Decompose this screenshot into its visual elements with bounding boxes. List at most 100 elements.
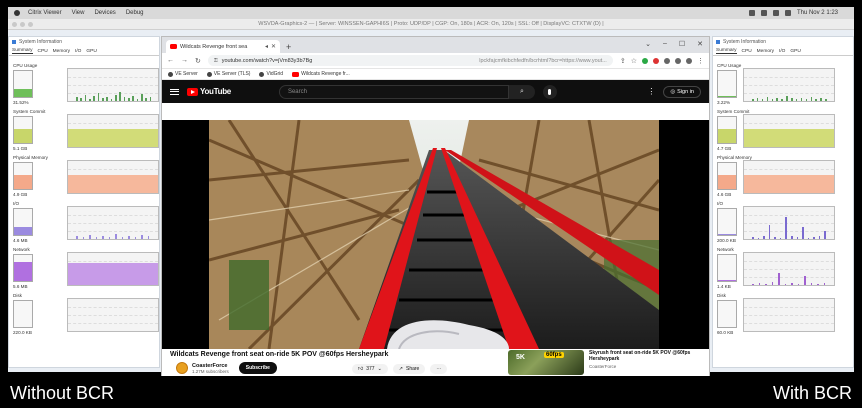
tab-summary[interactable]: Summary	[12, 48, 33, 54]
metric-label: Network	[13, 247, 30, 252]
metric-label: CPU Usage	[13, 63, 38, 68]
related-video-thumbnail[interactable]: 5K 60fps	[508, 350, 584, 375]
search-input[interactable]: Search	[278, 84, 509, 99]
metric-row: System Commit 5.1 GB	[13, 109, 159, 153]
sysinfo-title: System Information	[9, 37, 159, 47]
wifi-icon[interactable]	[760, 10, 767, 16]
bookmark-item[interactable]: VE Server	[168, 71, 198, 77]
extension-red-icon[interactable]	[653, 57, 659, 64]
tab-cpu[interactable]: CPU	[38, 49, 48, 54]
related-video-title[interactable]: Skyrush front seat on-ride 5K POV @60fps…	[589, 350, 699, 362]
metric-history-graph	[743, 206, 835, 240]
metric-label: I/O	[717, 201, 724, 206]
metric-row: Network 1.4 KB	[717, 247, 849, 291]
search-icon[interactable]: ⌕	[508, 84, 535, 99]
settings-kebab-icon[interactable]: ⋮	[647, 87, 655, 96]
menu-item-debug[interactable]: Debug	[126, 10, 144, 16]
tab-cpu[interactable]: CPU	[742, 49, 752, 54]
metric-history-graph	[67, 68, 159, 102]
metric-history-graph	[743, 68, 835, 102]
video-title: Wildcats Revenge front seat on-ride 5K P…	[170, 351, 389, 358]
metric-row: Disk 220.0 KB	[13, 293, 159, 337]
metric-label: I/O	[13, 201, 20, 206]
more-actions-button[interactable]: ⋯	[430, 364, 448, 374]
metric-label: CPU Usage	[717, 63, 742, 68]
related-video-channel[interactable]: CoasterForce	[589, 364, 699, 369]
bookmark-star-icon[interactable]: ☆	[631, 57, 637, 65]
battery-icon[interactable]	[772, 10, 779, 16]
minimize-button[interactable]: –	[663, 40, 667, 48]
sign-in-button[interactable]: ◎ Sign in	[663, 85, 701, 98]
metric-value: 220.0 KB	[13, 330, 32, 335]
status-icon[interactable]	[748, 10, 755, 16]
menu-item-devices[interactable]: Devices	[94, 10, 115, 16]
share-button[interactable]: ↗ Share	[392, 364, 426, 374]
thumbs-down-icon[interactable]: ⌄	[378, 366, 382, 372]
metric-row: CPU Usage 31.52%	[13, 63, 159, 107]
bookmark-item[interactable]: VidGrid	[259, 71, 283, 77]
menu-item-view[interactable]: View	[72, 10, 85, 16]
metric-history-graph	[67, 298, 159, 332]
metric-label: Physical Memory	[13, 155, 48, 160]
like-count: 377	[366, 366, 375, 372]
metric-gauge-fill	[718, 174, 736, 189]
back-icon[interactable]: ←	[167, 57, 174, 64]
window-controls[interactable]	[12, 22, 33, 27]
share-icon[interactable]: ⇪	[620, 57, 626, 65]
search-icon[interactable]	[784, 10, 791, 16]
microphone-icon[interactable]	[542, 84, 557, 99]
channel-name[interactable]: CoasterForce	[192, 363, 229, 369]
sysinfo-tabs: Summary CPU Memory I/O GPU	[9, 47, 159, 56]
new-tab-button[interactable]: +	[286, 42, 291, 52]
bookmark-item[interactable]: VE Server (TLS)	[206, 71, 250, 77]
play-logo-icon	[187, 87, 198, 96]
tab-gpu[interactable]: GPU	[790, 49, 800, 54]
menu-app-name[interactable]: Citrix Viewer	[28, 10, 62, 16]
metric-value: 4.9 GB	[13, 192, 28, 197]
subscribe-button[interactable]: Subscribe	[238, 362, 277, 374]
tab-io[interactable]: I/O	[779, 49, 785, 54]
metric-gauge	[13, 116, 33, 144]
video-info: Wildcats Revenge front seat on-ride 5K P…	[162, 349, 709, 376]
bookmark-item[interactable]: Wildcats Revenge fr...	[292, 71, 350, 77]
metric-row: I/O 4.6 MB	[13, 201, 159, 245]
like-button[interactable]: 👍︎ 377 ⌄	[352, 364, 388, 374]
extensions-puzzle-icon[interactable]	[664, 57, 670, 64]
address-bar[interactable]: ⚿ youtube.com/watch?v=jVm83y3b7Bg lpckfa…	[207, 55, 613, 66]
hamburger-menu-icon[interactable]	[170, 88, 179, 95]
metric-history-graph	[743, 160, 835, 194]
related-video[interactable]: 5K 60fps Skyrush front seat on-ride 5K P…	[508, 350, 699, 375]
video-player[interactable]	[162, 120, 709, 349]
channel-avatar[interactable]	[176, 362, 188, 374]
system-information-left: System Information Summary CPU Memory I/…	[8, 36, 160, 368]
apple-icon[interactable]	[14, 10, 20, 16]
tab-io[interactable]: I/O	[75, 49, 81, 54]
site-info-icon[interactable]: ⚿	[214, 58, 218, 64]
reload-icon[interactable]: ↻	[195, 57, 201, 65]
metric-gauge	[717, 70, 737, 98]
youtube-logo[interactable]: YouTube	[187, 87, 231, 96]
metric-row: CPU Usage 3.22%	[717, 63, 849, 107]
metric-history-graph	[743, 114, 835, 148]
sidepanel-icon[interactable]	[675, 57, 681, 64]
metric-label: System Commit	[13, 109, 46, 114]
tab-summary[interactable]: Summary	[716, 48, 737, 54]
chrome-menu-icon[interactable]: ⋮	[697, 57, 704, 65]
close-window-button[interactable]: ✕	[697, 40, 703, 48]
maximize-button[interactable]: ☐	[679, 40, 685, 48]
tab-search-icon[interactable]: ⌄	[645, 40, 651, 48]
more-icon: ⋯	[436, 366, 442, 372]
close-tab-icon[interactable]: ✕	[271, 43, 276, 50]
metric-gauge-fill	[14, 174, 32, 189]
forward-icon[interactable]: →	[181, 57, 188, 64]
metric-gauge-fill	[14, 128, 32, 143]
tab-memory[interactable]: Memory	[53, 49, 70, 54]
metric-label: Network	[717, 247, 734, 252]
speaker-icon[interactable]: ◂	[265, 43, 268, 50]
tab-gpu[interactable]: GPU	[86, 49, 96, 54]
tab-memory[interactable]: Memory	[757, 49, 774, 54]
extension-green-icon[interactable]	[642, 57, 648, 64]
roller-coaster-video-frame[interactable]	[209, 120, 659, 349]
profile-icon[interactable]	[686, 57, 692, 64]
browser-tab[interactable]: Wildcats Revenge front sea ◂ ✕	[166, 40, 280, 53]
